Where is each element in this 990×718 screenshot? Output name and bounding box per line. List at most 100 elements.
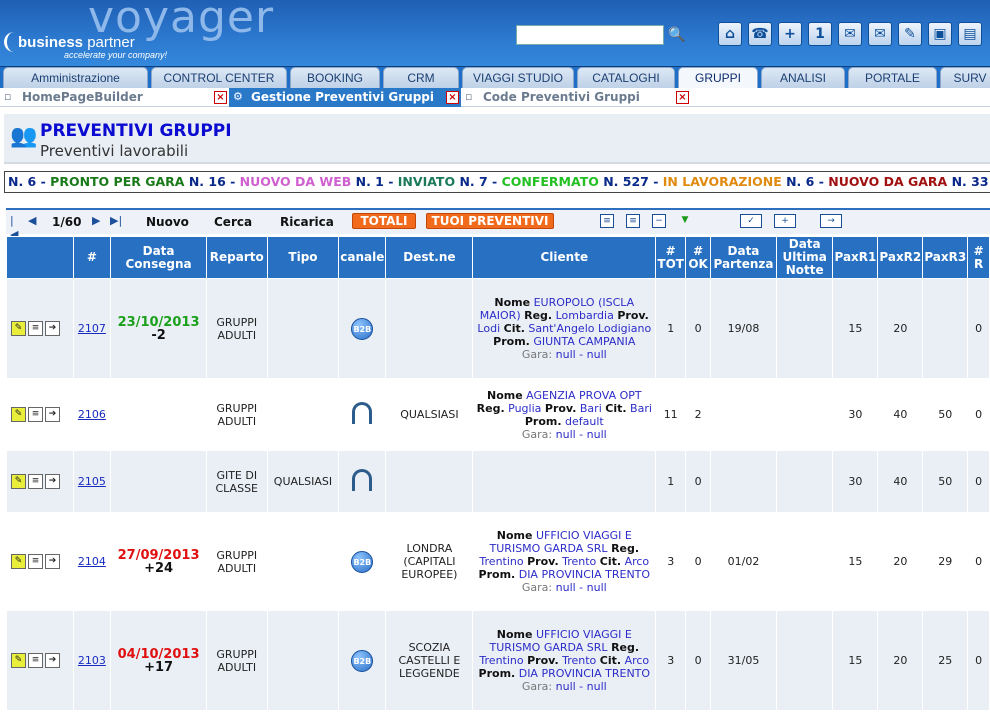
- column-header: PaxR3: [922, 236, 969, 279]
- last-page-icon[interactable]: ▶|: [110, 214, 122, 228]
- canale-cell: [338, 378, 387, 451]
- brand-tagline: accelerate your company!: [64, 50, 168, 60]
- assign-icon[interactable]: ➔: [45, 474, 60, 489]
- calendar-icon[interactable]: 1: [808, 22, 832, 46]
- cliente-cell: Nome AGENZIA PROVA OPT Reg. Puglia Prov.…: [472, 378, 657, 451]
- book-icon[interactable]: ▤: [958, 22, 982, 46]
- column-header: [6, 236, 74, 279]
- reparto-cell: GRUPPI ADULTI: [205, 378, 268, 451]
- subtab-2[interactable]: ▫ Code Preventivi Gruppi ×: [461, 88, 691, 107]
- status-summary: N. 6 - PRONTO PER GARA N. 16 - NUOVO DA …: [4, 171, 990, 193]
- quote-id-link[interactable]: 2103: [78, 654, 106, 667]
- edit-note-icon[interactable]: ✎: [11, 554, 26, 569]
- quote-id-link[interactable]: 2106: [78, 408, 106, 421]
- client-prov-value: Bari: [579, 401, 602, 415]
- mail-send-icon[interactable]: ✉: [868, 22, 892, 46]
- next-page-icon[interactable]: ▶: [92, 214, 104, 228]
- close-icon[interactable]: ×: [446, 91, 459, 104]
- assign-icon[interactable]: ➔: [45, 554, 60, 569]
- tab-analisi[interactable]: ANALISI: [761, 67, 845, 88]
- tab-viaggi-studio[interactable]: VIAGGI STUDIO: [462, 67, 574, 88]
- client-cit-label: Cit.: [605, 401, 627, 415]
- details-icon[interactable]: ≡: [28, 407, 43, 422]
- grid-add-icon[interactable]: +: [774, 214, 796, 228]
- quote-id-link[interactable]: 2107: [78, 322, 106, 335]
- quote-id-link[interactable]: 2105: [78, 475, 106, 488]
- new-button[interactable]: Nuovo: [146, 215, 189, 229]
- download-icon[interactable]: ▼: [678, 214, 692, 228]
- details-icon[interactable]: ≡: [28, 554, 43, 569]
- b2b-icon: B2B: [351, 649, 374, 672]
- gara-value: null - null: [555, 581, 607, 594]
- reload-button[interactable]: Ricarica: [280, 215, 334, 229]
- tab-crm[interactable]: CRM: [383, 67, 459, 88]
- status-segment: N. 1 -: [355, 174, 398, 189]
- mail-delete-icon[interactable]: ✉: [838, 22, 862, 46]
- edit-note-icon[interactable]: ✎: [11, 653, 26, 668]
- my-quotes-button[interactable]: TUOI PREVENTIVI: [426, 213, 554, 229]
- search-button[interactable]: Cerca: [214, 215, 252, 229]
- client-prom-value: GIUNTA CAMPANIA: [533, 335, 636, 348]
- tab-cataloghi[interactable]: CATALOGHI: [577, 67, 675, 88]
- client-nome-label: Nome: [494, 296, 531, 309]
- client-prov-label: Prov.: [544, 401, 577, 415]
- pen-icon[interactable]: ✎: [898, 22, 922, 46]
- search-input[interactable]: [516, 25, 664, 45]
- close-icon[interactable]: ×: [676, 91, 689, 104]
- assign-icon[interactable]: ➔: [45, 653, 60, 668]
- phone-icon[interactable]: ☎: [748, 22, 772, 46]
- view-compact-icon[interactable]: −: [652, 214, 666, 228]
- p2-cell: 20: [877, 512, 924, 611]
- r-cell: 0: [967, 512, 990, 611]
- status-segment: INVIATO: [397, 174, 460, 189]
- assign-icon[interactable]: ➔: [45, 321, 60, 336]
- client-prom-label: Prom.: [493, 335, 530, 348]
- close-icon[interactable]: ×: [214, 91, 227, 104]
- details-icon[interactable]: ≡: [28, 321, 43, 336]
- column-header: # TOT: [655, 236, 687, 279]
- calendar-add-icon[interactable]: +: [778, 22, 802, 46]
- edit-note-icon[interactable]: ✎: [11, 407, 26, 422]
- totals-button[interactable]: TOTALI: [352, 213, 416, 229]
- quote-id-link[interactable]: 2104: [78, 555, 106, 568]
- client-cit-label: Cit.: [503, 322, 525, 335]
- grid-check-icon[interactable]: ✓: [740, 214, 762, 228]
- client-reg-label: Reg.: [611, 641, 640, 654]
- subtab-1[interactable]: ⚙ Gestione Preventivi Gruppi ×: [229, 88, 461, 107]
- cliente-cell: Nome UFFICIO VIAGGI E TURISMO GARDA SRL …: [472, 610, 657, 711]
- edit-note-icon[interactable]: ✎: [11, 321, 26, 336]
- edit-note-icon[interactable]: ✎: [11, 474, 26, 489]
- prev-page-icon[interactable]: ◀: [28, 214, 40, 228]
- tab-control-center[interactable]: CONTROL CENTER: [151, 67, 287, 88]
- subtab-label: Code Preventivi Gruppi: [483, 90, 640, 104]
- subtab-0[interactable]: ▫ HomePageBuilder ×: [0, 88, 229, 107]
- column-header: Reparto: [205, 236, 268, 279]
- assign-icon[interactable]: ➔: [45, 407, 60, 422]
- tab-surv[interactable]: SURV: [940, 67, 990, 88]
- brand-swoosh-icon: [4, 32, 18, 52]
- ok-cell: 0: [685, 610, 712, 711]
- p3-cell: 50: [922, 378, 969, 451]
- tab-gruppi[interactable]: GRUPPI: [678, 67, 758, 88]
- tot-cell: 3: [655, 610, 687, 711]
- tab-booking[interactable]: BOOKING: [290, 67, 380, 88]
- ultima-cell: [775, 610, 834, 711]
- view-detail-icon[interactable]: ≡: [626, 214, 640, 228]
- page-subtitle: Preventivi lavorabili: [40, 142, 189, 160]
- home-icon[interactable]: ⌂: [718, 22, 742, 46]
- first-page-icon[interactable]: |◀: [10, 214, 22, 241]
- tab-amministrazione[interactable]: Amministrazione: [3, 67, 148, 88]
- row-actions: ✎ ≡ ➔: [6, 512, 74, 611]
- delivery-date-cell: [110, 378, 207, 451]
- dest-cell: [385, 450, 474, 513]
- briefcase-icon[interactable]: ▣: [928, 22, 952, 46]
- search-icon[interactable]: 🔍: [668, 25, 686, 45]
- ok-cell: 0: [685, 512, 712, 611]
- grid-export-icon[interactable]: →: [820, 214, 842, 228]
- details-icon[interactable]: ≡: [28, 474, 43, 489]
- client-prom-label: Prom.: [478, 568, 516, 581]
- column-header: Cliente: [472, 236, 657, 279]
- view-list-icon[interactable]: ≡: [600, 214, 614, 228]
- details-icon[interactable]: ≡: [28, 653, 43, 668]
- tab-portale[interactable]: PORTALE: [848, 67, 937, 88]
